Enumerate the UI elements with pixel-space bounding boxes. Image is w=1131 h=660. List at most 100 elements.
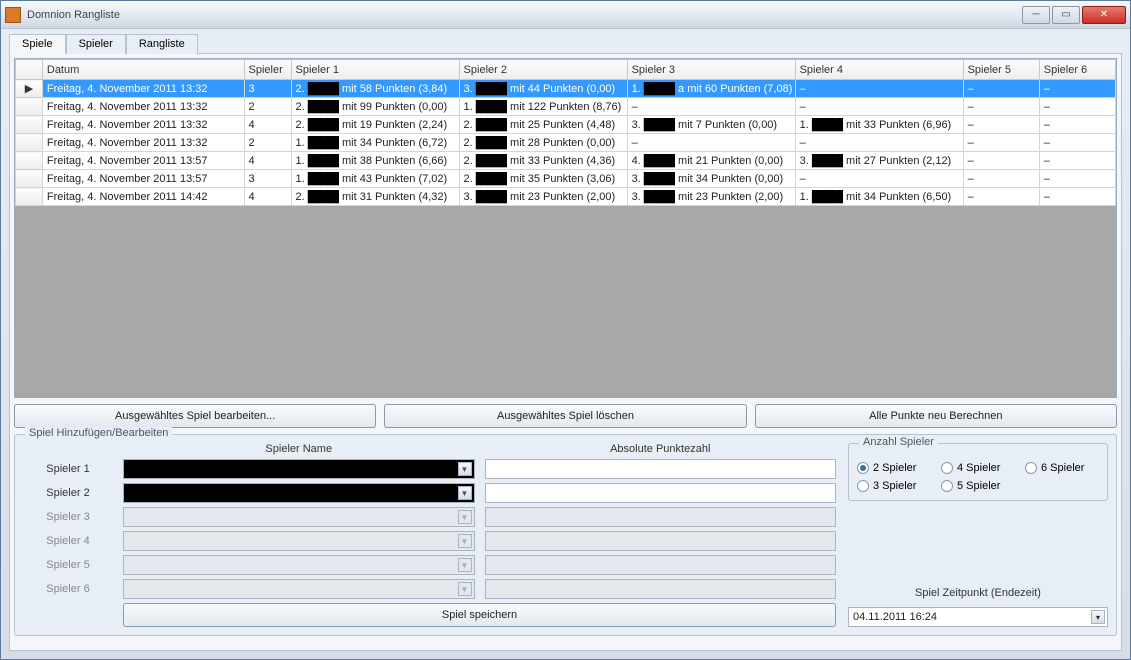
combo-spieler3: ▼ bbox=[123, 507, 475, 527]
table-cell bbox=[16, 170, 43, 188]
col-spieler[interactable]: Spieler bbox=[244, 60, 291, 80]
close-button[interactable]: ✕ bbox=[1082, 6, 1126, 24]
radio-2-spieler[interactable]: 2 Spieler bbox=[857, 462, 931, 474]
table-cell: Freitag, 4. November 2011 13:32 bbox=[42, 116, 244, 134]
table-cell: – bbox=[627, 134, 795, 152]
combo-spieler6: ▼ bbox=[123, 579, 475, 599]
table-cell: – bbox=[963, 152, 1039, 170]
table-cell: 1. ████ mit 34 Punkten (6,50) bbox=[795, 188, 963, 206]
col-spieler6[interactable]: Spieler 6 bbox=[1039, 60, 1115, 80]
table-cell: 2. ████ mit 28 Punkten (0,00) bbox=[459, 134, 627, 152]
radio-5-spieler[interactable]: 5 Spieler bbox=[941, 480, 1015, 492]
table-cell: – bbox=[1039, 116, 1115, 134]
delete-game-button[interactable]: Ausgewähltes Spiel löschen bbox=[384, 404, 746, 428]
table-cell: 2. ████ mit 99 Punkten (0,00) bbox=[291, 98, 459, 116]
radio-3-spieler[interactable]: 3 Spieler bbox=[857, 480, 931, 492]
table-cell: Freitag, 4. November 2011 13:32 bbox=[42, 98, 244, 116]
col-spieler5[interactable]: Spieler 5 bbox=[963, 60, 1039, 80]
radio-dot-icon bbox=[857, 480, 869, 492]
col-datum[interactable]: Datum bbox=[42, 60, 244, 80]
table-cell: – bbox=[795, 170, 963, 188]
maximize-button[interactable]: ▭ bbox=[1052, 6, 1080, 24]
table-cell: 2 bbox=[244, 134, 291, 152]
table-cell bbox=[16, 116, 43, 134]
app-icon bbox=[5, 7, 21, 23]
grid-corner bbox=[16, 60, 43, 80]
games-grid[interactable]: Datum Spieler Spieler 1 Spieler 2 Spiele… bbox=[14, 58, 1117, 398]
table-cell: Freitag, 4. November 2011 13:32 bbox=[42, 134, 244, 152]
col-spieler2[interactable]: Spieler 2 bbox=[459, 60, 627, 80]
table-cell: ▶ bbox=[16, 80, 43, 98]
table-row[interactable]: Freitag, 4. November 2011 13:5741. ████ … bbox=[16, 152, 1116, 170]
radio-4-spieler[interactable]: 4 Spieler bbox=[941, 462, 1015, 474]
radio-dot-icon bbox=[941, 480, 953, 492]
datetime-picker[interactable]: 04.11.2011 16:24▾ bbox=[848, 607, 1108, 627]
table-cell: – bbox=[963, 134, 1039, 152]
label-spieler1: Spieler 1 bbox=[23, 463, 113, 475]
points-spieler1[interactable] bbox=[485, 459, 837, 479]
radio-6-spieler[interactable]: 6 Spieler bbox=[1025, 462, 1099, 474]
points-spieler6 bbox=[485, 579, 837, 599]
table-row[interactable]: ▶Freitag, 4. November 2011 13:3232. ████… bbox=[16, 80, 1116, 98]
table-cell: – bbox=[627, 98, 795, 116]
tab-spieler[interactable]: Spieler bbox=[66, 34, 126, 54]
table-cell: – bbox=[1039, 152, 1115, 170]
label-spieler3: Spieler 3 bbox=[23, 511, 113, 523]
table-cell: – bbox=[1039, 170, 1115, 188]
table-cell bbox=[16, 134, 43, 152]
edit-game-button[interactable]: Ausgewähltes Spiel bearbeiten... bbox=[14, 404, 376, 428]
radio-dot-icon bbox=[857, 462, 869, 474]
table-cell: 4. ████ mit 21 Punkten (0,00) bbox=[627, 152, 795, 170]
client-area: Spiele Spieler Rangliste Datum Spieler S… bbox=[1, 29, 1130, 659]
table-cell: Freitag, 4. November 2011 14:42 bbox=[42, 188, 244, 206]
tab-content-spiele: Datum Spieler Spieler 1 Spieler 2 Spiele… bbox=[9, 53, 1122, 651]
combo-spieler5: ▼ bbox=[123, 555, 475, 575]
table-cell: 3. ████ mit 7 Punkten (0,00) bbox=[627, 116, 795, 134]
table-cell: 1. ████ mit 34 Punkten (6,72) bbox=[291, 134, 459, 152]
points-spieler2[interactable] bbox=[485, 483, 837, 503]
chevron-down-icon: ▼ bbox=[458, 510, 472, 524]
col-spieler4[interactable]: Spieler 4 bbox=[795, 60, 963, 80]
tab-spiele[interactable]: Spiele bbox=[9, 34, 66, 54]
chevron-down-icon: ▼ bbox=[458, 582, 472, 596]
table-cell: 1. ████ mit 122 Punkten (8,76) bbox=[459, 98, 627, 116]
table-cell: 2. ████ mit 35 Punkten (3,06) bbox=[459, 170, 627, 188]
combo-spieler2[interactable]: ▼ bbox=[123, 483, 475, 503]
table-cell: 2 bbox=[244, 98, 291, 116]
action-button-row: Ausgewähltes Spiel bearbeiten... Ausgewä… bbox=[14, 404, 1117, 428]
col-spieler1[interactable]: Spieler 1 bbox=[291, 60, 459, 80]
col-header-points: Absolute Punktezahl bbox=[485, 443, 837, 455]
table-cell: 3 bbox=[244, 170, 291, 188]
table-cell: 3. ████ mit 23 Punkten (2,00) bbox=[627, 188, 795, 206]
table-row[interactable]: Freitag, 4. November 2011 13:5731. ████ … bbox=[16, 170, 1116, 188]
table-row[interactable]: Freitag, 4. November 2011 13:3242. ████ … bbox=[16, 116, 1116, 134]
table-row[interactable]: Freitag, 4. November 2011 13:3222. ████ … bbox=[16, 98, 1116, 116]
table-cell bbox=[16, 98, 43, 116]
save-game-button[interactable]: Spiel speichern bbox=[123, 603, 836, 627]
table-cell: 3. ████ mit 44 Punkten (0,00) bbox=[459, 80, 627, 98]
label-spieler5: Spieler 5 bbox=[23, 559, 113, 571]
chevron-down-icon: ▼ bbox=[458, 486, 472, 500]
table-row[interactable]: Freitag, 4. November 2011 14:4242. ████ … bbox=[16, 188, 1116, 206]
table-cell: 4 bbox=[244, 152, 291, 170]
tab-rangliste[interactable]: Rangliste bbox=[126, 34, 198, 54]
combo-spieler1[interactable]: ▼ bbox=[123, 459, 475, 479]
table-row[interactable]: Freitag, 4. November 2011 13:3221. ████ … bbox=[16, 134, 1116, 152]
table-cell: – bbox=[795, 80, 963, 98]
chevron-down-icon: ▼ bbox=[458, 558, 472, 572]
group-legend: Spiel Hinzufügen/Bearbeiten bbox=[25, 427, 172, 439]
time-label: Spiel Zeitpunkt (Endezeit) bbox=[848, 587, 1108, 599]
label-spieler4: Spieler 4 bbox=[23, 535, 113, 547]
table-cell: 3. ████ mit 34 Punkten (0,00) bbox=[627, 170, 795, 188]
table-cell bbox=[16, 152, 43, 170]
table-cell: Freitag, 4. November 2011 13:57 bbox=[42, 170, 244, 188]
table-cell: – bbox=[1039, 134, 1115, 152]
col-header-name: Spieler Name bbox=[123, 443, 475, 455]
table-cell: – bbox=[963, 116, 1039, 134]
col-spieler3[interactable]: Spieler 3 bbox=[627, 60, 795, 80]
table-cell: – bbox=[963, 170, 1039, 188]
minimize-button[interactable]: ─ bbox=[1022, 6, 1050, 24]
recalc-points-button[interactable]: Alle Punkte neu Berechnen bbox=[755, 404, 1117, 428]
anzahl-legend: Anzahl Spieler bbox=[859, 436, 938, 448]
radio-dot-icon bbox=[1025, 462, 1037, 474]
